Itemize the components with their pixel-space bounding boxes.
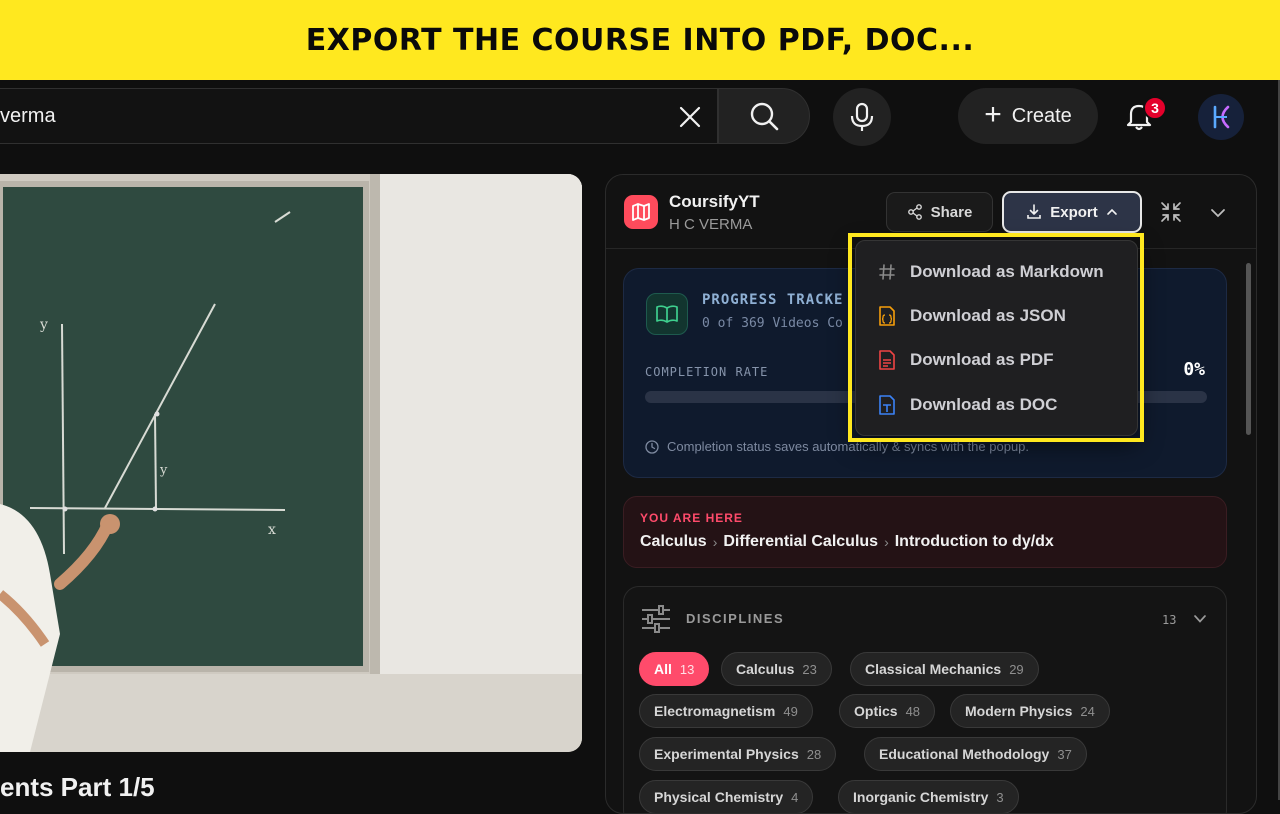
search-box[interactable] bbox=[0, 88, 718, 144]
progress-subtitle: 0 of 369 Videos Co bbox=[702, 316, 843, 331]
breadcrumb: Calculus › Differential Calculus › Intro… bbox=[640, 533, 1054, 551]
chip-label: Classical Mechanics bbox=[865, 661, 1002, 677]
chip-label: Modern Physics bbox=[965, 703, 1073, 719]
avatar[interactable] bbox=[1198, 94, 1244, 140]
discipline-chip-electromagnetism[interactable]: Electromagnetism 49 bbox=[639, 694, 813, 728]
chevron-up-icon bbox=[1106, 208, 1117, 215]
chip-count: 24 bbox=[1080, 703, 1095, 719]
collapse-arrows-icon bbox=[1161, 202, 1181, 222]
disciplines-title: DISCIPLINES bbox=[686, 611, 785, 626]
progress-title: PROGRESS TRACKE bbox=[702, 292, 844, 308]
chip-label: Electromagnetism bbox=[654, 703, 776, 719]
k-logo-icon bbox=[1213, 105, 1230, 129]
app-name: CoursifyYT bbox=[669, 192, 760, 211]
progress-icon-box bbox=[646, 293, 688, 335]
close-icon bbox=[679, 106, 701, 128]
chip-label: Physical Chemistry bbox=[654, 789, 784, 805]
chevron-down-icon bbox=[1194, 615, 1206, 623]
svg-text:y: y bbox=[39, 317, 48, 333]
breadcrumb-item[interactable]: Differential Calculus bbox=[723, 533, 878, 551]
discipline-chip-experimental-physics[interactable]: Experimental Physics 28 bbox=[639, 737, 837, 771]
panel-scrollbar[interactable] bbox=[1246, 263, 1251, 435]
share-icon bbox=[907, 204, 922, 220]
svg-text:y: y bbox=[159, 463, 168, 478]
breadcrumb-separator: › bbox=[712, 534, 718, 550]
chip-count: 48 bbox=[905, 703, 921, 719]
banner-title: EXPORT THE COURSE INTO PDF, DOC... bbox=[305, 22, 975, 58]
video-player[interactable]: y y x bbox=[0, 174, 582, 752]
highlight-frame bbox=[848, 233, 1144, 442]
export-button[interactable]: Export bbox=[1002, 191, 1142, 233]
discipline-chip-optics[interactable]: Optics 48 bbox=[839, 694, 936, 728]
voice-search-button[interactable] bbox=[833, 88, 891, 146]
chip-count: 37 bbox=[1057, 746, 1072, 762]
chip-count: 49 bbox=[783, 703, 798, 719]
notifications-button[interactable]: 3 bbox=[1115, 92, 1167, 140]
export-label: Export bbox=[1050, 203, 1098, 221]
breadcrumb-item[interactable]: Calculus bbox=[640, 533, 707, 551]
chip-count: 4 bbox=[791, 789, 799, 805]
location-label: YOU ARE HERE bbox=[640, 511, 743, 525]
discipline-chip-inorganic-chemistry[interactable]: Inorganic Chemistry 3 bbox=[838, 780, 1019, 813]
svg-text:x: x bbox=[268, 522, 276, 538]
book-open-icon bbox=[656, 305, 678, 323]
breadcrumb-separator: › bbox=[884, 534, 889, 550]
discipline-chip-all[interactable]: All 13 bbox=[639, 652, 710, 686]
create-button[interactable]: + Create bbox=[958, 88, 1098, 144]
completion-label: COMPLETION RATE bbox=[645, 365, 769, 379]
chip-label: Experimental Physics bbox=[654, 746, 799, 762]
chevron-down-icon bbox=[1211, 209, 1225, 218]
plus-icon: + bbox=[984, 97, 1002, 131]
create-label: Create bbox=[1011, 104, 1072, 127]
chip-count: 3 bbox=[996, 789, 1004, 805]
app-logo bbox=[624, 195, 658, 229]
chip-count: 23 bbox=[802, 661, 817, 677]
top-bar: + Create 3 bbox=[0, 80, 1280, 152]
discipline-chip-classical-mechanics[interactable]: Classical Mechanics 29 bbox=[850, 652, 1039, 686]
share-button[interactable]: Share bbox=[886, 192, 993, 232]
breadcrumb-item[interactable]: Introduction to dy/dx bbox=[895, 533, 1054, 551]
discipline-chip-physical-chemistry[interactable]: Physical Chemistry 4 bbox=[639, 780, 814, 813]
download-icon bbox=[1027, 204, 1042, 219]
chip-count: 28 bbox=[806, 746, 822, 762]
location-card: YOU ARE HERE Calculus › Differential Cal… bbox=[623, 496, 1227, 568]
share-label: Share bbox=[930, 203, 973, 221]
disciplines-toggle[interactable] bbox=[1190, 609, 1210, 629]
map-icon bbox=[632, 203, 650, 221]
chip-label: All bbox=[654, 661, 672, 677]
chip-label: Calculus bbox=[736, 661, 795, 677]
notification-badge: 3 bbox=[1143, 96, 1167, 120]
video-frame-image: y y x bbox=[0, 174, 582, 752]
discipline-chip-modern-physics[interactable]: Modern Physics 24 bbox=[950, 694, 1110, 728]
clock-icon bbox=[645, 439, 659, 454]
search-icon bbox=[750, 102, 779, 131]
discipline-chip-calculus[interactable]: Calculus 23 bbox=[721, 652, 832, 686]
discipline-chip-educational-methodology[interactable]: Educational Methodology 37 bbox=[864, 737, 1087, 771]
chip-count: 29 bbox=[1009, 661, 1024, 677]
minimize-button[interactable] bbox=[1158, 199, 1184, 225]
chip-label: Educational Methodology bbox=[879, 746, 1050, 762]
disciplines-card: DISCIPLINES 13 All 13 Calculus 23 Classica… bbox=[623, 586, 1227, 813]
chip-label: Inorganic Chemistry bbox=[853, 789, 989, 805]
promo-banner: EXPORT THE COURSE INTO PDF, DOC... bbox=[0, 0, 1280, 80]
video-title: ents Part 1/5 bbox=[0, 772, 155, 802]
microphone-icon bbox=[850, 102, 874, 131]
sliders-icon bbox=[640, 603, 672, 635]
chip-count: 13 bbox=[679, 661, 695, 677]
disciplines-count: 13 bbox=[1162, 613, 1177, 627]
completion-value: 0% bbox=[1183, 359, 1205, 380]
course-author: H C VERMA bbox=[669, 216, 753, 233]
search-input[interactable] bbox=[0, 89, 660, 143]
panel-toggle-button[interactable] bbox=[1206, 201, 1230, 225]
chip-label: Optics bbox=[854, 703, 898, 719]
clear-search-button[interactable] bbox=[676, 103, 704, 131]
search-button[interactable] bbox=[718, 88, 810, 144]
